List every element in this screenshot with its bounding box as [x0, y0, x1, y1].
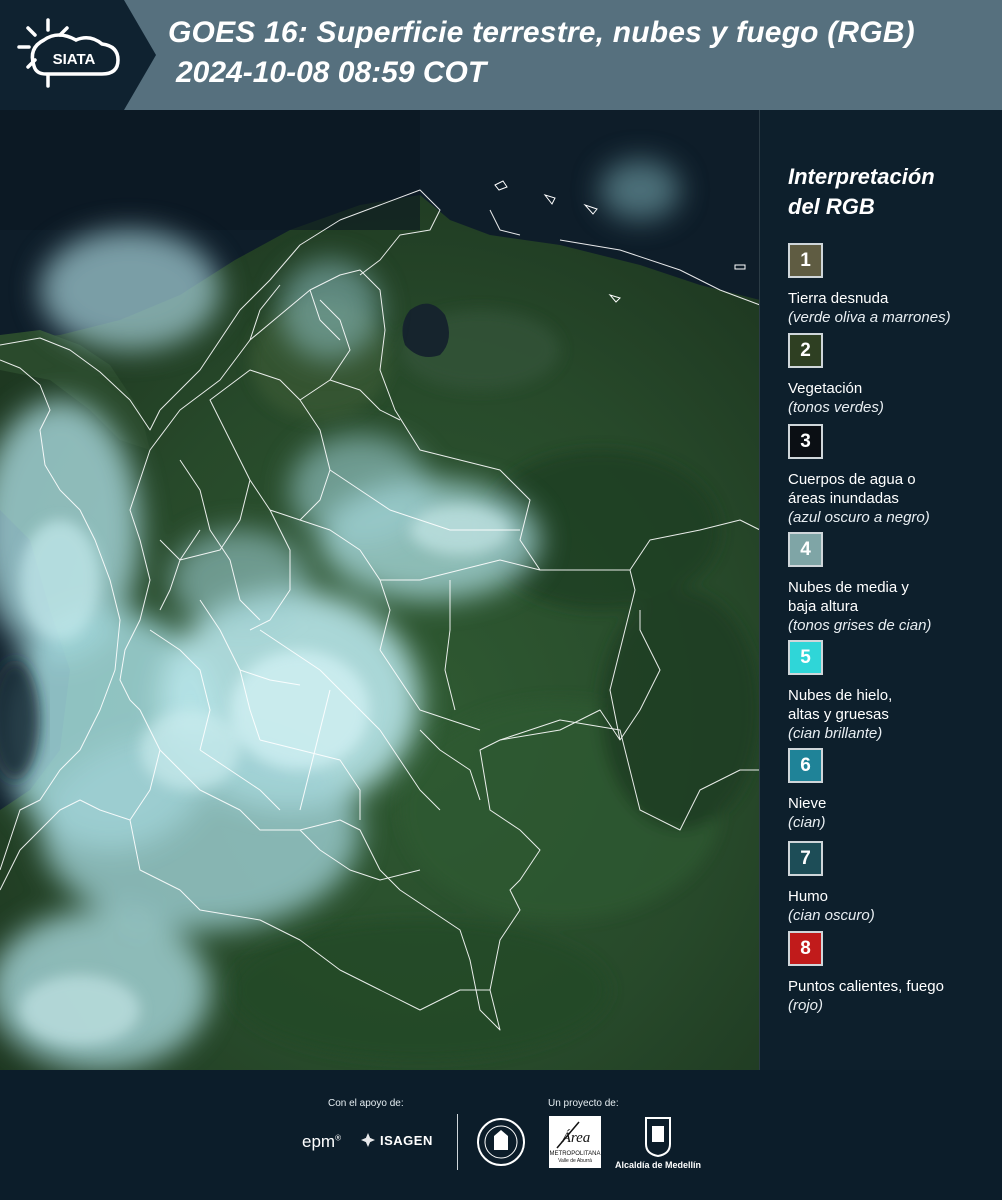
- legend-item-1: 1 Tierra desnuda (verde oliva a marrones…: [788, 243, 998, 327]
- header: SIATA GOES 16: Superficie terrestre, nub…: [0, 0, 1002, 110]
- legend-swatch: 8: [788, 931, 823, 966]
- legend-sublabel: (azul oscuro a negro): [788, 509, 930, 526]
- legend-sublabel: (cian): [788, 814, 826, 831]
- legend-item-8: 8 Puntos calientes, fuego (rojo): [788, 931, 998, 1015]
- rgb-legend: Interpretación del RGB 1 Tierra desnuda …: [760, 110, 1002, 1070]
- legend-label: Cuerpos de agua o áreas inundadas: [788, 471, 916, 507]
- legend-label: Nubes de media y baja altura: [788, 579, 909, 615]
- svg-text:METROPOLITANA: METROPOLITANA: [550, 1151, 601, 1157]
- footer: Con el apoyo de: Un proyecto de: epm® IS…: [0, 1070, 1002, 1200]
- legend-swatch: 1: [788, 243, 823, 278]
- legend-item-2: 2 Vegetación (tonos verdes): [788, 333, 998, 417]
- legend-label: Humo: [788, 888, 829, 905]
- legend-swatch: 6: [788, 748, 823, 783]
- legend-sublabel: (cian brillante): [788, 725, 883, 742]
- legend-swatch: 3: [788, 424, 823, 459]
- alcaldia-medellin-logo: Alcaldía de Medellín: [612, 1116, 704, 1172]
- satellite-map: [0, 110, 760, 1070]
- legend-swatch: 4: [788, 532, 823, 567]
- legend-swatch: 2: [788, 333, 823, 368]
- medellin-shield-icon: [645, 1117, 671, 1158]
- legend-item-3: 3 Cuerpos de agua o áreas inundadas (azu…: [788, 424, 998, 527]
- area-metropolitana-logo: Área METROPOLITANA Valle de Aburrá: [549, 1116, 601, 1168]
- legend-swatch: 7: [788, 841, 823, 876]
- footer-divider: [457, 1114, 458, 1170]
- legend-sublabel: (tonos grises de cian): [788, 617, 932, 634]
- map-title: GOES 16: Superficie terrestre, nubes y f…: [168, 16, 915, 49]
- siata-logo: SIATA: [17, 18, 120, 88]
- legend-sublabel: (rojo): [788, 997, 824, 1014]
- legend-sublabel: (cian oscuro): [788, 907, 875, 924]
- legend-item-4: 4 Nubes de media y baja altura (tonos gr…: [788, 532, 998, 635]
- map-timestamp: 2024-10-08 08:59 COT: [176, 56, 487, 89]
- legend-item-6: 6 Nieve (cian): [788, 748, 998, 832]
- legend-item-7: 7 Humo (cian oscuro): [788, 841, 998, 925]
- legend-title: Interpretación del RGB: [788, 164, 935, 219]
- legend-sublabel: (tonos verdes): [788, 399, 884, 416]
- legend-swatch: 5: [788, 640, 823, 675]
- legend-item-5: 5 Nubes de hielo, altas y gruesas (cian …: [788, 640, 998, 743]
- isagen-logo: ISAGEN: [360, 1132, 433, 1148]
- legend-label: Nieve: [788, 795, 827, 812]
- project-label: Un proyecto de:: [548, 1098, 619, 1109]
- legend-label: Nubes de hielo, altas y gruesas: [788, 687, 893, 723]
- support-label: Con el apoyo de:: [328, 1098, 404, 1109]
- svg-text:Valle de Aburrá: Valle de Aburrá: [558, 1158, 592, 1164]
- satellite-image: [0, 110, 759, 1070]
- svg-text:SIATA: SIATA: [53, 51, 96, 68]
- legend-label: Vegetación: [788, 380, 863, 397]
- isagen-icon: [361, 1133, 375, 1147]
- university-seal-icon: [477, 1118, 525, 1166]
- epm-logo: epm®: [302, 1132, 341, 1151]
- legend-sublabel: (verde oliva a marrones): [788, 309, 951, 326]
- legend-label: Puntos calientes, fuego: [788, 978, 944, 995]
- legend-label: Tierra desnuda: [788, 290, 889, 307]
